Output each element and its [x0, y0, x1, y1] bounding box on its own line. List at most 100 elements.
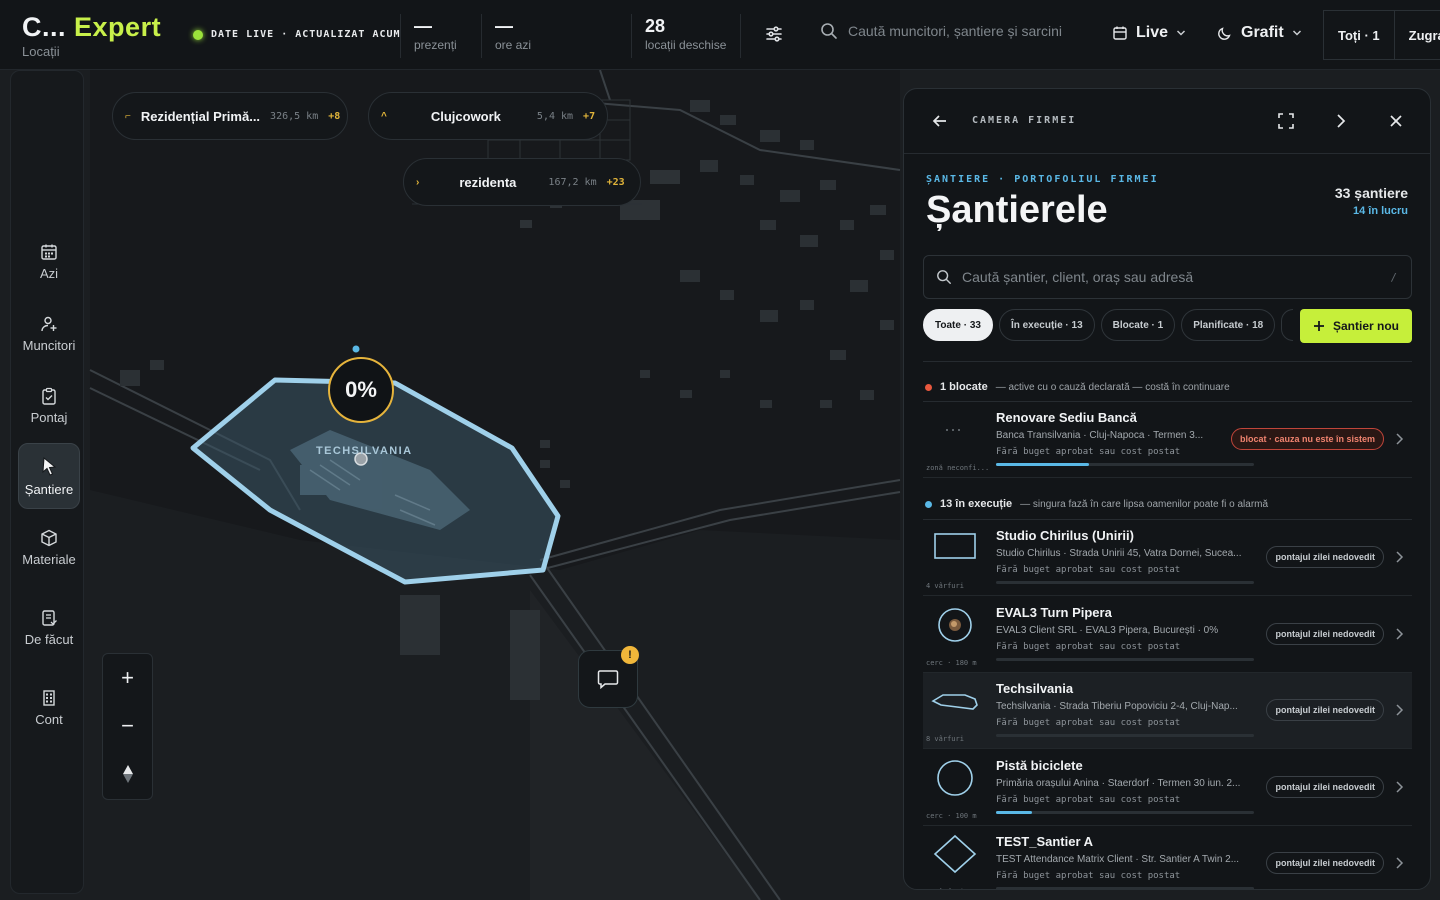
santier-shape-thumbnail — [927, 758, 983, 818]
live-status-label: DATE LIVE · ACTUALIZAT ACUM — [211, 29, 401, 40]
global-search[interactable]: Caută muncitori, șantiere și sarcini — [820, 22, 1062, 40]
santier-row[interactable]: zonă neconfi... Renovare Sediu Bancă Ban… — [923, 402, 1412, 478]
chip-in-executie[interactable]: În execuție · 13 — [998, 309, 1095, 341]
santier-name: Techsilvania — [996, 681, 1074, 696]
panel-title: Șantierele — [926, 189, 1108, 231]
stat-open-locations: 28 locații deschise — [631, 14, 726, 58]
nav-item-pontaj[interactable]: Pontaj — [18, 373, 80, 439]
santier-progress-bar — [996, 810, 1254, 814]
zoom-in-button[interactable]: + — [103, 654, 152, 702]
santier-shape-thumbnail — [927, 528, 983, 588]
stat-value: 28 — [645, 16, 666, 36]
santier-progress-bar — [996, 581, 1254, 584]
chevron-icon: › — [416, 176, 420, 188]
santier-name: TEST_Santier A — [996, 834, 1094, 849]
santier-name: EVAL3 Turn Pipera — [996, 604, 1112, 620]
checklist-icon — [42, 610, 57, 626]
santier-progress-bar — [996, 657, 1254, 661]
plus-icon — [1313, 321, 1324, 331]
live-dropdown-label: Live — [1136, 24, 1169, 41]
stat-present: — prezenți — [400, 14, 457, 58]
chat-alert-badge: ! — [621, 646, 639, 664]
user-plus-icon — [41, 316, 57, 332]
calendar-icon — [41, 244, 57, 260]
cube-icon — [41, 529, 57, 547]
live-dot-icon — [193, 29, 203, 40]
santier-shape-thumbnail — [927, 681, 983, 741]
nav-item-muncitori[interactable]: Muncitori — [18, 301, 80, 367]
zoom-out-button[interactable]: − — [103, 702, 152, 750]
filter-zugra[interactable]: Zugra — [1395, 11, 1440, 59]
santier-row[interactable]: 4 vârfuri TEST_Santier A TEST Attendance… — [923, 826, 1412, 889]
santier-row[interactable]: 4 vârfuri Studio Chirilus (Unirii) Studi… — [923, 520, 1412, 596]
new-santier-button[interactable]: Șantier nou — [1300, 309, 1412, 343]
chevron-right-icon — [1396, 704, 1404, 716]
santier-shape-label: zonă neconfi... — [926, 464, 990, 472]
zoom-controls: + − — [102, 653, 153, 800]
location-distance: 5,4 km — [536, 110, 574, 122]
santier-meta: TEST Attendance Matrix Client · Str. San… — [996, 854, 1240, 865]
santier-row[interactable]: cerc · 180 m EVAL3 Turn Pipera EVAL3 Cli… — [923, 597, 1412, 673]
site-progress-ring[interactable]: 0% — [328, 357, 394, 423]
santier-meta: EVAL3 Client SRL · EVAL3 Pipera, Bucureș… — [996, 624, 1219, 636]
chevron-down-icon — [1176, 30, 1186, 36]
stat-label: locații deschise — [645, 38, 727, 52]
santier-budget: Fără buget aprobat sau cost postat — [996, 565, 1181, 575]
nav-item-materiale[interactable]: Materiale — [18, 515, 80, 581]
global-search-input[interactable]: Caută muncitori, șantiere și sarcini — [848, 23, 1062, 39]
location-name: Clujcowork — [430, 108, 501, 124]
location-extra: +7 — [583, 110, 596, 122]
nav-label: Șantiere — [24, 482, 74, 497]
stat-value: — — [495, 16, 513, 36]
cursor-pointer-icon — [42, 457, 57, 476]
location-pill-rezidential[interactable]: ⌐ Rezidențial Primă... 326,5 km +8 — [112, 92, 348, 140]
count-active: 14 în lucru — [1352, 205, 1408, 217]
chevron-up-icon: ^ — [381, 110, 387, 122]
stat-hours: — ore azi — [481, 14, 531, 58]
santier-search[interactable]: Caută șantier, client, oraș sau adresă / — [923, 255, 1412, 299]
chip-overflow[interactable] — [1281, 309, 1294, 341]
santier-meta: Primăria orașului Anina · Staerdorf · Te… — [996, 777, 1241, 789]
chevron-down-icon — [1292, 30, 1301, 36]
chevron-right-icon[interactable] — [1331, 111, 1351, 131]
compass-button[interactable] — [103, 750, 152, 798]
santier-shape-label: 4 vârfuri — [926, 582, 964, 590]
close-icon[interactable] — [1386, 111, 1406, 131]
crew-filter: Toți · 1 Zugra — [1323, 10, 1440, 60]
location-pill-rezidenta[interactable]: › rezidenta 167,2 km +23 — [403, 158, 641, 206]
chip-toate[interactable]: Toate · 33 — [923, 309, 993, 341]
brand[interactable]: C... Expert Locații — [22, 12, 161, 59]
santier-row[interactable]: 8 vârfuri Techsilvania Techsilvania · St… — [923, 673, 1412, 749]
nav-item-santiere[interactable]: Șantiere — [18, 443, 80, 509]
chip-planificate[interactable]: Planificate · 18 — [1181, 309, 1276, 341]
status-dot-icon — [925, 383, 932, 391]
nav-label: De făcut — [24, 632, 74, 647]
moon-icon — [1218, 27, 1231, 40]
location-name: Rezidențial Primă... — [140, 108, 261, 124]
stat-value: — — [414, 16, 432, 36]
back-arrow-icon[interactable] — [930, 111, 950, 131]
nav-item-azi[interactable]: Azi — [18, 229, 80, 295]
santier-budget: Fără buget aprobat sau cost postat — [996, 641, 1181, 652]
nav-item-de-facut[interactable]: De făcut — [18, 591, 80, 665]
santier-budget: Fără buget aprobat sau cost postat — [996, 718, 1181, 728]
santier-status-badge: pontajul zilei nedovedit — [1266, 699, 1384, 721]
nav-item-cont[interactable]: Cont — [18, 675, 80, 741]
santier-row[interactable]: cerc · 100 m Pistă biciclete Primăria or… — [923, 750, 1412, 826]
santier-budget: Fără buget aprobat sau cost postat — [996, 447, 1181, 457]
live-dropdown[interactable]: Live — [1112, 24, 1186, 42]
fullscreen-icon[interactable] — [1276, 111, 1296, 131]
santier-search-input[interactable]: Caută șantier, client, oraș sau adresă — [962, 269, 1193, 285]
theme-dropdown[interactable]: Grafit — [1217, 24, 1302, 42]
santier-progress-bar — [996, 887, 1254, 889]
panel-header: CAMERA FIRMEI — [904, 89, 1430, 154]
chip-blocate[interactable]: Blocate · 1 — [1100, 309, 1176, 341]
filter-all[interactable]: Toți · 1 — [1324, 11, 1395, 59]
count-total: 33 șantiere — [1334, 185, 1408, 201]
santier-status-badge: pontajul zilei nedovedit — [1266, 546, 1384, 568]
location-name: rezidenta — [459, 174, 517, 190]
sliders-icon[interactable] — [764, 24, 784, 44]
site-map-label: TECHSILVANIA — [316, 445, 413, 457]
building-icon — [43, 690, 55, 706]
location-pill-clujcowork[interactable]: ^ Clujcowork 5,4 km +7 — [368, 92, 608, 140]
